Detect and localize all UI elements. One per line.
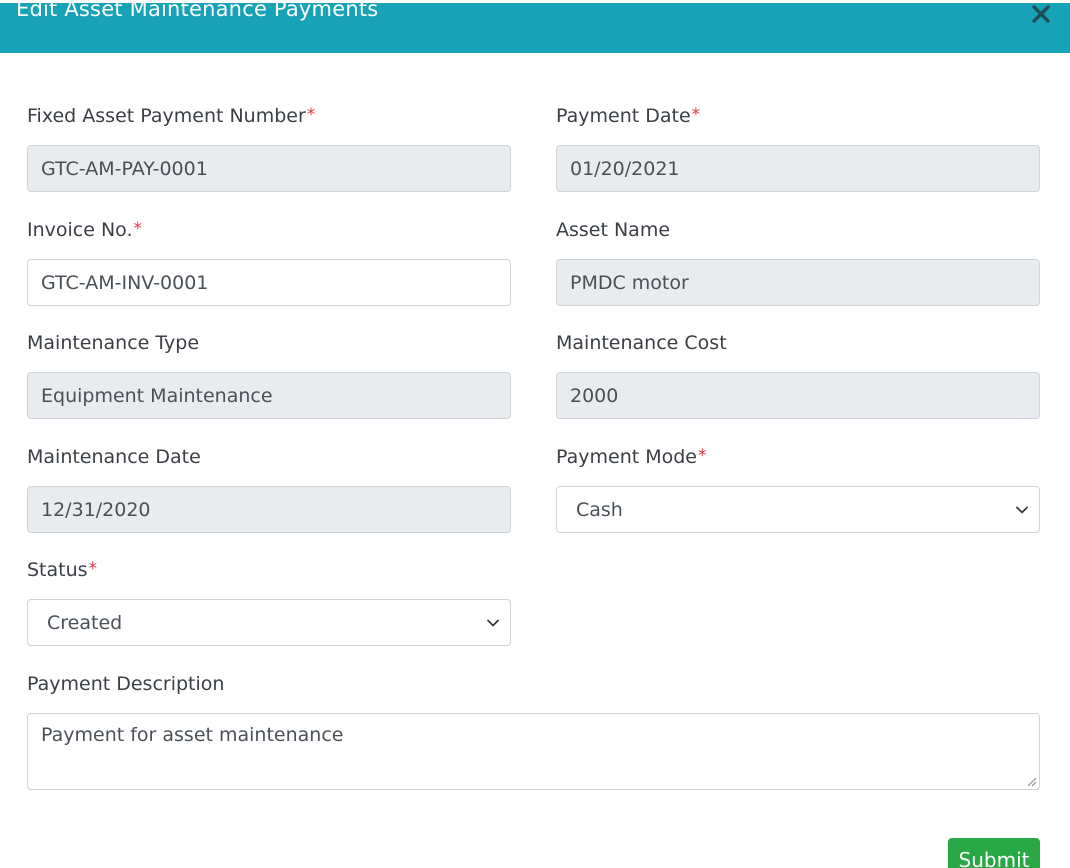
invoice-no-field[interactable]: GTC-AM-INV-0001: [27, 259, 511, 306]
close-button[interactable]: [1027, 0, 1055, 28]
status-value: Created: [47, 611, 123, 634]
payment-description-value: Payment for asset maintenance: [41, 724, 344, 746]
asset-payment-number-label: Fixed Asset Payment Number*: [27, 105, 316, 127]
required-marker: *: [306, 105, 316, 125]
payment-mode-label: Payment Mode*: [556, 446, 707, 468]
maintenance-date-label: Maintenance Date: [27, 446, 201, 468]
resize-grip-icon[interactable]: [1025, 775, 1037, 787]
maintenance-cost-label: Maintenance Cost: [556, 332, 727, 354]
close-icon: [1032, 5, 1050, 23]
maintenance-date-field[interactable]: 12/31/2020: [27, 486, 511, 533]
payment-description-textarea[interactable]: Payment for asset maintenance: [27, 713, 1040, 790]
status-select[interactable]: Created: [27, 599, 511, 646]
maintenance-cost-field[interactable]: 2000: [556, 372, 1040, 419]
asset-name-field[interactable]: PMDC motor: [556, 259, 1040, 306]
required-marker: *: [698, 446, 707, 466]
maintenance-type-field[interactable]: Equipment Maintenance: [27, 372, 511, 419]
asset-payment-number-field[interactable]: GTC-AM-PAY-0001: [27, 145, 511, 192]
edit-asset-maintenance-payment-modal: Edit Asset Maintenance Payments Fixed As…: [0, 0, 1070, 868]
payment-date-field[interactable]: 01/20/2021: [556, 145, 1040, 192]
modal-header: Edit Asset Maintenance Payments: [0, 0, 1070, 53]
status-label: Status*: [27, 559, 98, 581]
chevron-down-icon: [1016, 506, 1028, 513]
payment-date-label: Payment Date*: [556, 105, 701, 127]
required-marker: *: [88, 559, 98, 579]
required-marker: *: [133, 219, 143, 239]
maintenance-type-label: Maintenance Type: [27, 332, 200, 354]
payment-mode-select[interactable]: Cash: [556, 486, 1040, 533]
chevron-down-icon: [487, 619, 499, 626]
asset-name-label: Asset Name: [556, 219, 671, 241]
modal-title: Edit Asset Maintenance Payments: [16, 0, 379, 21]
invoice-no-label: Invoice No.*: [27, 219, 143, 241]
payment-description-label: Payment Description: [27, 673, 225, 695]
submit-button[interactable]: Submit: [948, 838, 1040, 868]
payment-mode-value: Cash: [576, 498, 623, 521]
required-marker: *: [691, 105, 701, 125]
